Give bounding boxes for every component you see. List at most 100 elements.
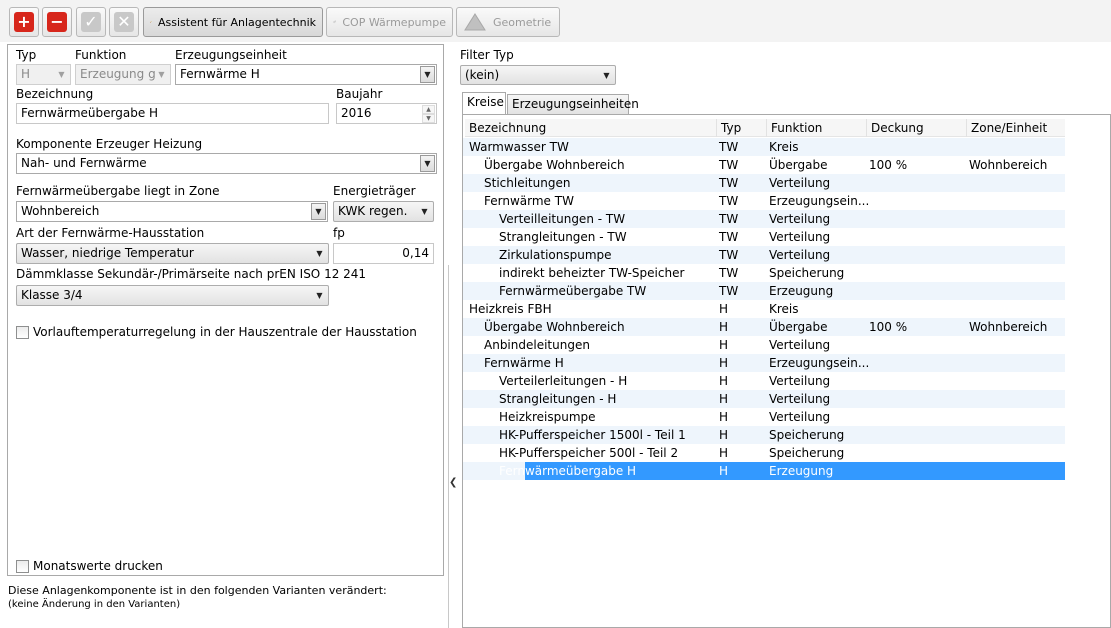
tree-cell-funktion: Kreis bbox=[769, 140, 799, 154]
cop-heat-pump-button[interactable]: COP Wärmepumpe bbox=[326, 7, 453, 37]
tree-cell-typ: TW bbox=[719, 176, 739, 190]
filter-label: Filter Typ bbox=[460, 48, 514, 62]
tree-row[interactable]: Heizkreispumpe H Verteilung bbox=[463, 408, 1065, 426]
bezeichnung-label: Bezeichnung bbox=[16, 87, 94, 101]
daemmklasse-select[interactable]: Klasse 3/4 ▼ bbox=[16, 285, 329, 306]
assistant-button-label: Assistent für Anlagentechnik bbox=[157, 15, 316, 29]
column-header-deckung[interactable]: Deckung bbox=[867, 119, 967, 137]
tree-row[interactable]: Fernwärme TW TW Erzeugungsein... bbox=[463, 192, 1065, 210]
tree-row[interactable]: Strangleitungen - H H Verteilung bbox=[463, 390, 1065, 408]
tree-row[interactable]: Verteilleitungen - TW TW Verteilung bbox=[463, 210, 1065, 228]
spin-up-icon[interactable]: ▲ bbox=[422, 105, 435, 114]
monatswerte-checkbox-label: Monatswerte drucken bbox=[33, 559, 163, 573]
column-header-typ[interactable]: Typ bbox=[717, 119, 767, 137]
fp-input[interactable]: 0,14 bbox=[333, 243, 434, 264]
tree-cell-zone: Wohnbereich bbox=[969, 320, 1048, 334]
funktion-select[interactable]: Erzeugung g ▼ bbox=[75, 64, 171, 85]
tree-cell-typ: H bbox=[719, 428, 729, 442]
tab-erzeugungseinheiten[interactable]: Erzeugungseinheiten bbox=[507, 94, 639, 114]
tree-row[interactable]: Warmwasser TW TW Kreis bbox=[463, 138, 1065, 156]
filter-select[interactable]: (kein) ▼ bbox=[460, 65, 616, 85]
zone-select[interactable]: Wohnbereich ▼ bbox=[16, 201, 328, 222]
tree-cell-bezeichnung: Übergabe Wohnbereich bbox=[484, 320, 625, 334]
tree-row[interactable]: HK-Pufferspeicher 500l - Teil 2 H Speicher… bbox=[463, 444, 1065, 462]
panel-splitter[interactable]: ❮ bbox=[448, 265, 457, 628]
tree-cell-funktion: Speicherung bbox=[769, 428, 845, 442]
tree-row[interactable]: Zirkulationspumpe TW Verteilung bbox=[463, 246, 1065, 264]
zone-select-value: Wohnbereich bbox=[21, 204, 100, 218]
tree-cell-funktion: Erzeugung bbox=[769, 464, 834, 478]
tree-cell-typ: TW bbox=[719, 140, 739, 154]
erzeugungseinheit-select[interactable]: Fernwärme H ▼ bbox=[175, 64, 437, 85]
tree-row[interactable]: Fernwärmeübergabe H H Erzeugung bbox=[463, 462, 1065, 480]
tab-kreise[interactable]: Kreise bbox=[462, 92, 506, 114]
tree-cell-funktion: Erzeugungsein... bbox=[769, 194, 870, 208]
tree-cell-typ: TW bbox=[719, 266, 739, 280]
confirm-button[interactable]: ✓ bbox=[76, 7, 106, 37]
hausstation-select[interactable]: Wasser, niedrige Temperatur ▼ bbox=[16, 243, 329, 264]
tree-row[interactable]: Übergabe Wohnbereich TW Übergabe 100 % Wohnb… bbox=[463, 156, 1065, 174]
monatswerte-checkbox[interactable]: Monatswerte drucken bbox=[16, 559, 163, 573]
tree-cell-typ: H bbox=[719, 320, 729, 334]
tree-cell-funktion: Speicherung bbox=[769, 266, 845, 280]
tree-row[interactable]: Fernwärme H H Erzeugungsein... bbox=[463, 354, 1065, 372]
tree-cell-bezeichnung: Heizkreis FBH bbox=[469, 302, 552, 316]
tree-cell-typ: H bbox=[719, 446, 729, 460]
cop-heat-pump-label: COP Wärmepumpe bbox=[342, 15, 446, 29]
tree-row[interactable]: Übergabe Wohnbereich H Übergabe 100 % Wohnbe… bbox=[463, 318, 1065, 336]
tree-row[interactable]: HK-Pufferspeicher 1500l - Teil 1 H Speiche… bbox=[463, 426, 1065, 444]
tree-row[interactable]: Heizkreis FBH H Kreis bbox=[463, 300, 1065, 318]
erzeugungseinheit-select-value: Fernwärme H bbox=[180, 67, 260, 81]
tree-cell-typ: H bbox=[719, 356, 729, 370]
chevron-down-icon: ▼ bbox=[158, 70, 165, 79]
cancel-button[interactable]: ✕ bbox=[109, 7, 139, 37]
checkbox-box[interactable] bbox=[16, 325, 29, 339]
typ-select[interactable]: H ▼ bbox=[16, 64, 71, 85]
tree-cell-bezeichnung: HK-Pufferspeicher 500l - Teil 2 bbox=[499, 446, 679, 460]
hausstation-label: Art der Fernwärme-Hausstation bbox=[16, 226, 205, 240]
component-detail-panel: Typ Funktion Erzeugungseinheit H ▼ Erzeu… bbox=[7, 44, 444, 576]
checkbox-box[interactable] bbox=[16, 559, 29, 573]
baujahr-input[interactable]: 2016 ▲ ▼ bbox=[336, 103, 437, 124]
gear-icon bbox=[333, 20, 337, 24]
tree-cell-typ: H bbox=[719, 374, 729, 388]
tree-header: Bezeichnung Typ Funktion Deckung Zone/Ei… bbox=[465, 119, 1065, 137]
vorlauf-checkbox[interactable]: Vorlauftemperaturregelung in der Hauszen… bbox=[16, 325, 417, 339]
bezeichnung-input[interactable]: Fernwärmeübergabe H bbox=[16, 103, 329, 124]
geometry-button[interactable]: Geometrie bbox=[456, 7, 560, 37]
energietraeger-select-value: KWK regen. bbox=[338, 204, 408, 218]
assistant-button[interactable]: Assistent für Anlagentechnik bbox=[143, 7, 323, 37]
column-header-bezeichnung[interactable]: Bezeichnung bbox=[465, 119, 717, 137]
tree-cell-bezeichnung: Fernwärmeübergabe TW bbox=[499, 284, 647, 298]
tree-cell-typ: H bbox=[719, 392, 729, 406]
tree-cell-zone: Wohnbereich bbox=[969, 158, 1048, 172]
tree-cell-bezeichnung: Verteilerleitungen - H bbox=[499, 374, 628, 388]
minus-icon: − bbox=[47, 12, 67, 32]
hausstation-select-value: Wasser, niedrige Temperatur bbox=[21, 246, 194, 260]
tree-cell-typ: TW bbox=[719, 248, 739, 262]
tree-row[interactable]: Strangleitungen - TW TW Verteilung bbox=[463, 228, 1065, 246]
tree-row[interactable]: Verteilerleitungen - H H Verteilung bbox=[463, 372, 1065, 390]
komponente-select[interactable]: Nah- und Fernwärme ▼ bbox=[16, 153, 437, 174]
tree-row[interactable]: Stichleitungen TW Verteilung bbox=[463, 174, 1065, 192]
spin-down-icon[interactable]: ▼ bbox=[422, 114, 435, 123]
tree-cell-bezeichnung: Stichleitungen bbox=[484, 176, 571, 190]
tree-row[interactable]: Anbindeleitungen H Verteilung bbox=[463, 336, 1065, 354]
plus-icon: + bbox=[14, 12, 34, 32]
baujahr-spinner[interactable]: ▲ ▼ bbox=[422, 105, 435, 123]
chevron-down-icon: ▼ bbox=[420, 155, 435, 172]
check-icon: ✓ bbox=[81, 12, 101, 32]
zone-label: Fernwärmeübergabe liegt in Zone bbox=[16, 184, 220, 198]
remove-button[interactable]: − bbox=[42, 7, 72, 37]
tree-row[interactable]: indirekt beheizter TW-Speicher TW Speicher… bbox=[463, 264, 1065, 282]
column-header-zone[interactable]: Zone/Einheit bbox=[967, 119, 1065, 137]
tree-cell-bezeichnung: Fernwärme H bbox=[484, 356, 564, 370]
funktion-label: Funktion bbox=[75, 48, 127, 62]
energietraeger-select[interactable]: KWK regen. ▼ bbox=[333, 201, 434, 222]
tree-row[interactable]: Fernwärmeübergabe TW TW Erzeugung bbox=[463, 282, 1065, 300]
add-button[interactable]: + bbox=[9, 7, 39, 37]
column-header-funktion[interactable]: Funktion bbox=[767, 119, 867, 137]
baujahr-label: Baujahr bbox=[336, 87, 383, 101]
chevron-left-icon[interactable]: ❮ bbox=[449, 477, 457, 488]
tree-cell-funktion: Kreis bbox=[769, 302, 799, 316]
